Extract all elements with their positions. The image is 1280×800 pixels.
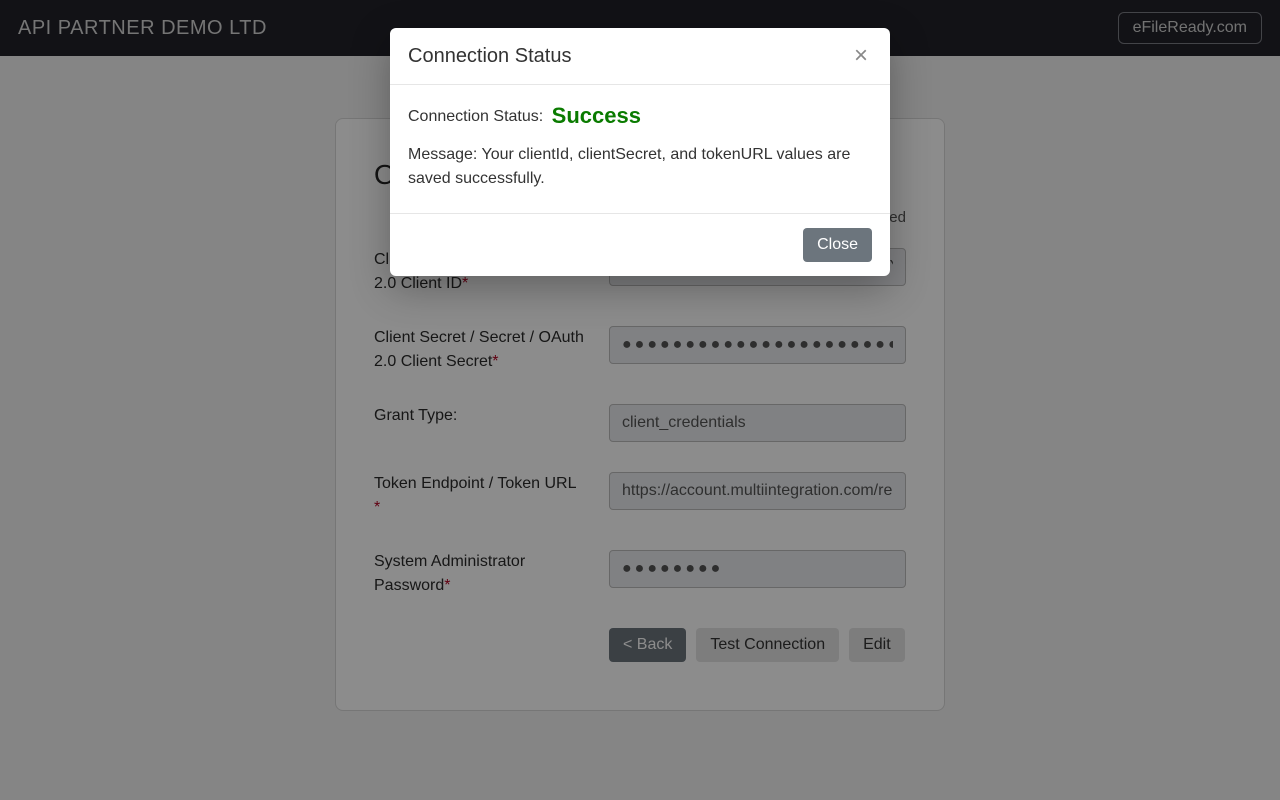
close-button[interactable]: Close — [803, 228, 872, 262]
status-line: Connection Status: Success — [408, 103, 872, 129]
modal-body: Connection Status: Success Message: Your… — [390, 85, 890, 213]
status-label: Connection Status: — [408, 108, 543, 125]
message-label: Message: — [408, 146, 477, 163]
modal-footer: Close — [390, 213, 890, 276]
status-value: Success — [552, 103, 641, 128]
message-line: Message: Your clientId, clientSecret, an… — [408, 143, 872, 191]
close-icon[interactable]: × — [850, 44, 872, 68]
modal-title: Connection Status — [408, 45, 571, 68]
connection-status-modal: Connection Status × Connection Status: S… — [390, 28, 890, 276]
modal-header: Connection Status × — [390, 28, 890, 85]
